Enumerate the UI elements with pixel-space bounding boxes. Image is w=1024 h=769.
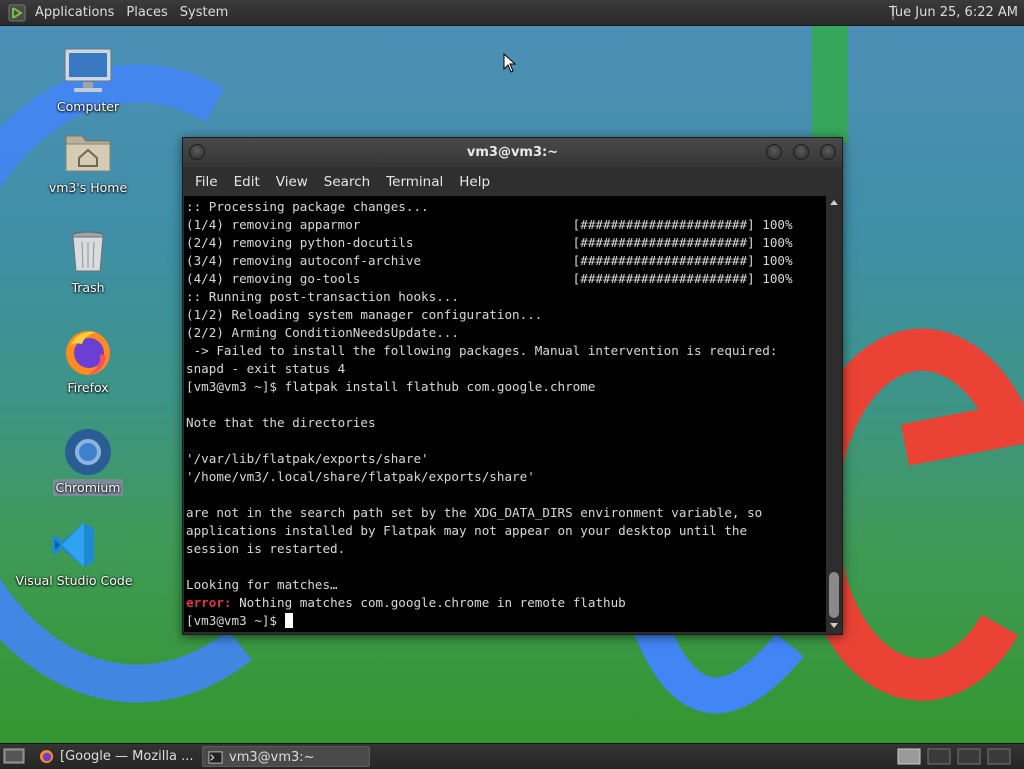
shell-prompt: [vm3@vm3 ~]$: [186, 613, 285, 628]
distro-logo-icon[interactable]: [7, 3, 27, 23]
menu-edit[interactable]: Edit: [226, 174, 268, 190]
terminal-line: (3/4) removing autoconf-archive [#######…: [186, 253, 793, 268]
taskbar-item-terminal[interactable]: vm3@vm3:~: [202, 746, 370, 767]
terminal-line: :: Running post-transaction hooks...: [186, 289, 459, 304]
desktop-icon-vscode[interactable]: Visual Studio Code: [14, 519, 134, 588]
mouse-pointer-icon: [503, 53, 517, 73]
taskbar-item-label: vm3@vm3:~: [229, 750, 315, 765]
vscode-icon: [52, 523, 94, 567]
firefox-icon: [66, 331, 110, 375]
menu-applications[interactable]: Applications: [29, 0, 120, 25]
desktop-icon-computer[interactable]: Computer: [28, 45, 148, 114]
trash-icon: [71, 231, 105, 272]
terminal-output[interactable]: :: Processing package changes... (1/4) r…: [184, 196, 826, 632]
desktop-icon-label: Chromium: [52, 479, 124, 496]
desktop-icon-label: Computer: [56, 99, 120, 114]
workspace-switcher-icon[interactable]: [987, 748, 1011, 765]
desktop-icon-label: Trash: [71, 280, 105, 295]
menu-system[interactable]: System: [174, 0, 234, 25]
home-folder-icon: [65, 135, 111, 172]
terminal-lines: :: Processing package changes... (1/4) r…: [186, 199, 793, 592]
desktop-icon-home[interactable]: vm3's Home: [28, 126, 148, 195]
terminal-line: '/home/vm3/.local/share/flatpak/exports/…: [186, 469, 535, 484]
computer-icon: [64, 48, 112, 92]
text-cursor: [284, 613, 293, 628]
desktop-icon-label: Visual Studio Code: [15, 573, 133, 588]
desktop-icon-firefox[interactable]: Firefox: [28, 326, 148, 395]
menu-search[interactable]: Search: [316, 174, 378, 190]
taskbar-item-label: [Google — Mozilla ...: [60, 749, 194, 764]
terminal-line: are not in the search path set by the XD…: [186, 505, 763, 520]
terminal-text: :: Processing package changes... (1/4) r…: [184, 196, 826, 630]
terminal-line: (2/4) removing python-docutils [########…: [186, 235, 793, 250]
terminal-menubar: File Edit View Search Terminal Help: [183, 167, 842, 196]
terminal-window: vm3@vm3:~ File Edit View Search Terminal…: [182, 137, 843, 635]
window-title: vm3@vm3:~: [466, 145, 559, 160]
menu-help[interactable]: Help: [451, 174, 498, 190]
desktop-icon-label: vm3's Home: [48, 180, 128, 195]
terminal-line: session is restarted.: [186, 541, 346, 556]
window-menu-icon[interactable]: [189, 144, 205, 160]
terminal-line: (1/2) Reloading system manager configura…: [186, 307, 543, 322]
scroll-up-icon[interactable]: [830, 200, 838, 205]
scroll-down-icon[interactable]: [830, 623, 838, 628]
minimize-icon[interactable]: [766, 144, 782, 160]
menu-view[interactable]: View: [268, 174, 316, 190]
maximize-icon[interactable]: [793, 144, 809, 160]
terminal-line: Looking for matches…: [186, 577, 338, 592]
terminal-line: :: Processing package changes...: [186, 199, 429, 214]
window-titlebar[interactable]: vm3@vm3:~: [183, 138, 842, 167]
desktop-icon-chromium[interactable]: Chromium: [28, 426, 148, 496]
error-label: error:: [186, 595, 232, 610]
terminal-line: (2/2) Arming ConditionNeedsUpdate...: [186, 325, 459, 340]
error-message: Nothing matches com.google.chrome in rem…: [231, 595, 626, 610]
close-icon[interactable]: [820, 144, 836, 160]
vertical-scrollbar[interactable]: [827, 196, 841, 632]
terminal-line: -> Failed to install the following packa…: [193, 343, 778, 358]
workspace-switcher-icon[interactable]: [957, 748, 981, 765]
menu-file[interactable]: File: [187, 174, 226, 190]
desktop-icon-trash[interactable]: Trash: [28, 226, 148, 295]
terminal-line: (4/4) removing go-tools [###############…: [186, 271, 793, 286]
desktop-icon-label: Firefox: [67, 380, 109, 395]
show-desktop-icon[interactable]: [3, 747, 25, 765]
menu-places[interactable]: Places: [120, 0, 173, 25]
terminal-line: '/var/lib/flatpak/exports/share': [186, 451, 429, 466]
terminal-line: Note that the directories: [186, 415, 376, 430]
top-panel: Applications Places System Tue Jun 25, 6…: [0, 0, 1024, 26]
firefox-icon: [39, 749, 54, 764]
menu-terminal[interactable]: Terminal: [378, 174, 451, 190]
clock[interactable]: Tue Jun 25, 6:22 AM: [889, 0, 1018, 25]
terminal-line: snapd - exit status 4: [186, 361, 346, 376]
chromium-icon: [65, 429, 111, 475]
workspace-switcher-icon[interactable]: [927, 748, 951, 765]
terminal-line: [vm3@vm3 ~]$ flatpak install flathub com…: [186, 379, 596, 394]
scrollbar-thumb[interactable]: [829, 572, 839, 618]
bottom-panel: [Google — Mozilla ... vm3@vm3:~: [0, 743, 1024, 769]
workspace-switcher-icon[interactable]: [897, 748, 921, 765]
terminal-line: (1/4) removing apparmor [###############…: [186, 217, 793, 232]
taskbar-item-firefox[interactable]: [Google — Mozilla ...: [34, 746, 198, 767]
terminal-line: applications installed by Flatpak may no…: [186, 523, 748, 538]
terminal-icon: [208, 751, 223, 764]
